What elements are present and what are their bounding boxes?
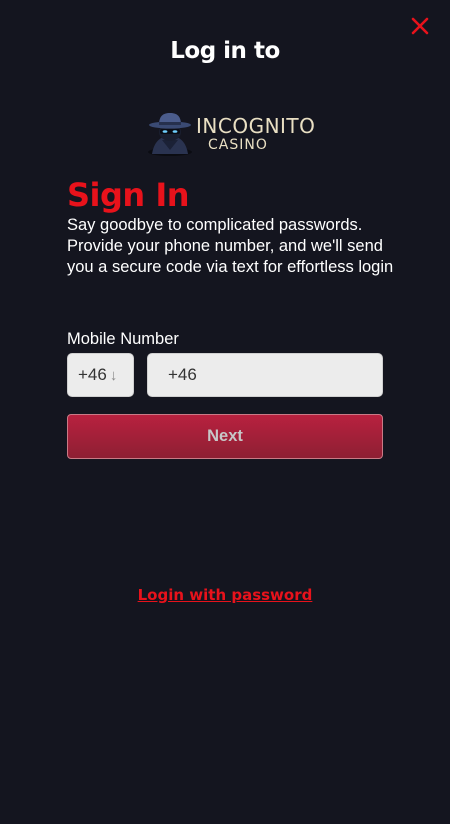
signin-heading: Sign In xyxy=(67,176,190,214)
close-button[interactable] xyxy=(408,14,432,38)
brand-subtitle: CASINO xyxy=(208,137,268,153)
spy-detective-icon xyxy=(148,113,192,156)
arrow-down-icon: ↓ xyxy=(109,366,118,384)
mobile-number-label: Mobile Number xyxy=(67,330,179,348)
next-button[interactable]: Next xyxy=(67,414,383,459)
modal-title: Log in to xyxy=(170,38,280,64)
login-modal: Log in to INCOGNITO CASINO Sign In Say g… xyxy=(0,0,450,824)
close-icon xyxy=(411,17,429,35)
login-with-password-link[interactable]: Login with password xyxy=(0,586,450,604)
signin-description: Say goodbye to complicated passwords. Pr… xyxy=(67,216,394,276)
country-code-value: +46 xyxy=(78,365,107,384)
brand-logo: INCOGNITO CASINO xyxy=(146,110,315,158)
brand-name: INCOGNITO xyxy=(196,114,316,138)
phone-number-input[interactable] xyxy=(147,353,383,397)
country-code-select[interactable]: +46 ↓ xyxy=(67,353,134,397)
